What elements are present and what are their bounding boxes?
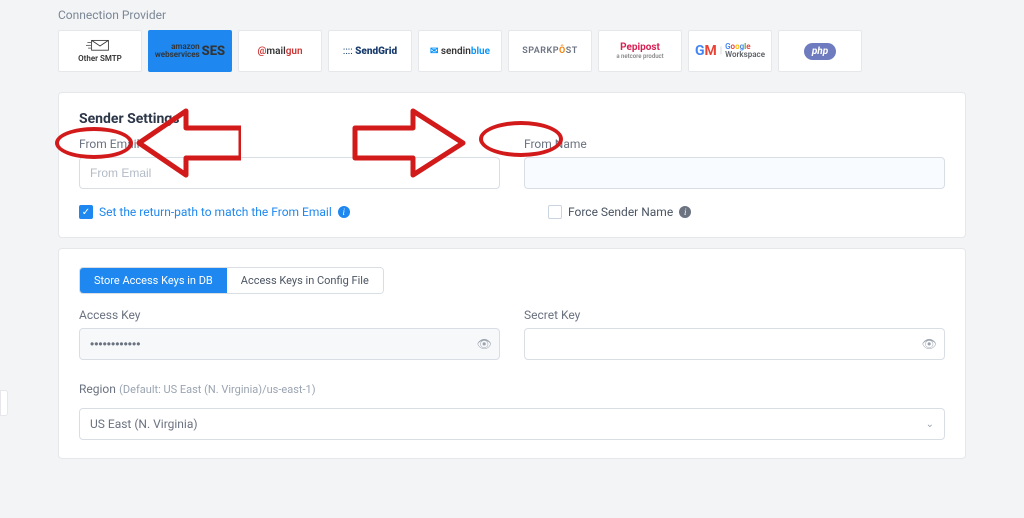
tab-keys-config-file[interactable]: Access Keys in Config File xyxy=(227,268,383,293)
from-name-input[interactable] xyxy=(524,157,945,189)
provider-amazon-ses[interactable]: amazon webservices SES xyxy=(148,30,232,72)
access-key-input[interactable] xyxy=(79,328,500,360)
eye-icon[interactable]: 👁 xyxy=(477,337,492,351)
provider-sparkpost[interactable]: SPARKPÔST xyxy=(508,30,592,72)
sender-settings-card: Sender Settings From Email From Name ✓ S… xyxy=(58,92,966,238)
provider-sendgrid[interactable]: :::: SendGrid xyxy=(328,30,412,72)
provider-other-smtp[interactable]: Other SMTP xyxy=(58,30,142,72)
secret-key-label: Secret Key xyxy=(524,308,580,322)
provider-sendinblue[interactable]: ✉ sendinblue xyxy=(418,30,502,72)
access-key-label: Access Key xyxy=(79,308,140,322)
from-email-label: From Email xyxy=(79,137,139,151)
provider-google-workspace[interactable]: GM | GoogleWorkspace xyxy=(688,30,772,72)
provider-row: Other SMTP amazon webservices SES @mailg… xyxy=(18,30,1006,82)
force-sender-checkbox[interactable]: Force Sender Name i xyxy=(500,205,945,219)
info-icon[interactable]: i xyxy=(338,206,350,218)
checkbox-checked-icon: ✓ xyxy=(79,205,93,219)
info-icon[interactable]: i xyxy=(679,206,691,218)
envelope-icon xyxy=(86,39,114,53)
access-keys-card: Store Access Keys in DB Access Keys in C… xyxy=(58,248,966,459)
region-select[interactable]: US East (N. Virginia) ⌄ xyxy=(79,408,945,440)
from-name-label: From Name xyxy=(524,137,587,151)
provider-mailgun[interactable]: @mailgun xyxy=(238,30,322,72)
provider-php[interactable]: php xyxy=(778,30,862,72)
eye-icon[interactable]: 👁 xyxy=(922,337,937,351)
connection-provider-label: Connection Provider xyxy=(18,0,1006,30)
keys-tabs: Store Access Keys in DB Access Keys in C… xyxy=(79,267,384,294)
region-hint: (Default: US East (N. Virginia)/us-east-… xyxy=(119,383,315,396)
provider-pepipost[interactable]: Pepipost a netcore product xyxy=(598,30,682,72)
secret-key-input[interactable] xyxy=(524,328,945,360)
checkbox-unchecked-icon xyxy=(548,205,562,219)
return-path-checkbox[interactable]: ✓ Set the return-path to match the From … xyxy=(79,205,476,219)
from-email-input[interactable] xyxy=(79,157,500,189)
chevron-down-icon: ⌄ xyxy=(926,419,934,430)
region-label: Region xyxy=(79,382,116,396)
provider-label: Other SMTP xyxy=(78,54,122,63)
sidebar-edge xyxy=(0,390,8,416)
tab-store-keys-db[interactable]: Store Access Keys in DB xyxy=(80,268,227,293)
sender-settings-title: Sender Settings xyxy=(79,111,945,127)
